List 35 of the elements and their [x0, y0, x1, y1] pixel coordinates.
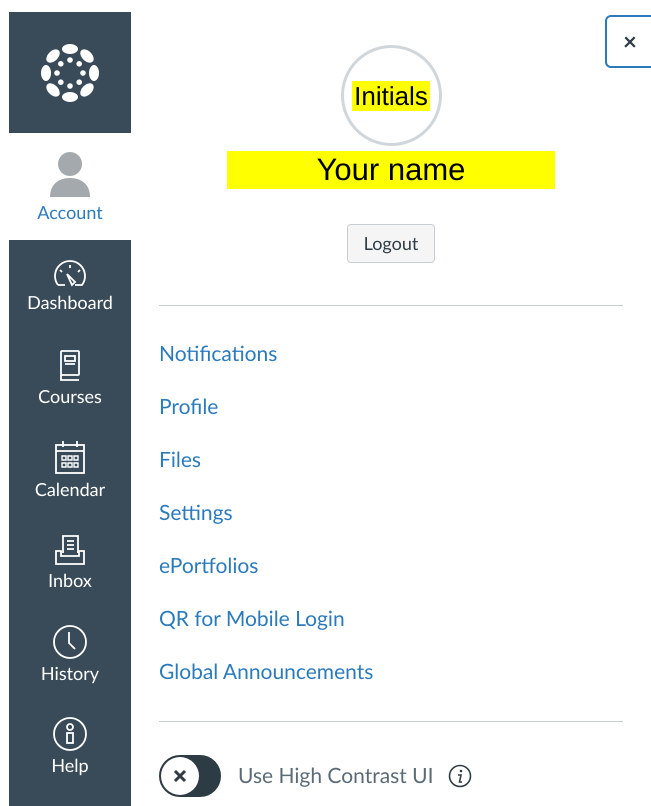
menu-link[interactable]: Notifications: [159, 338, 278, 369]
high-contrast-toggle[interactable]: [159, 755, 221, 797]
nav-label: Help: [51, 754, 89, 776]
nav-item[interactable]: Dashboard: [9, 240, 131, 332]
menu-link[interactable]: Settings: [159, 497, 233, 528]
person-icon: [48, 150, 92, 196]
high-contrast-label: Use High Contrast UI: [238, 762, 434, 790]
nav-item[interactable]: History: [9, 608, 131, 700]
nav-item[interactable]: Help: [9, 700, 131, 792]
menu-link[interactable]: ePortfolios: [159, 550, 258, 581]
menu-link[interactable]: Profile: [159, 391, 218, 422]
menu-link[interactable]: Files: [159, 444, 202, 475]
nav-item[interactable]: Inbox: [9, 516, 131, 608]
nav-item[interactable]: Courses: [9, 332, 131, 424]
initials-text: Initials: [352, 80, 430, 110]
inbox-icon: [53, 533, 87, 567]
nav-label: Dashboard: [27, 291, 113, 313]
logout-button[interactable]: Logout: [347, 224, 435, 263]
calendar-icon: [53, 440, 87, 476]
info-icon: [52, 716, 88, 752]
nav-label: Courses: [38, 385, 102, 407]
nav-label: Account: [37, 200, 103, 222]
user-name: Your name: [227, 151, 555, 189]
menu-link[interactable]: QR for Mobile Login: [159, 603, 345, 634]
clock-icon: [52, 624, 88, 660]
logo-tile[interactable]: [9, 12, 131, 133]
dashboard-icon: [51, 259, 89, 289]
close-icon: [173, 769, 187, 783]
info-icon[interactable]: [448, 764, 472, 788]
nav-label: Inbox: [48, 569, 92, 591]
menu-link[interactable]: Global Announcements: [159, 656, 374, 687]
close-button[interactable]: ×: [605, 15, 651, 68]
nav-label: History: [40, 662, 100, 684]
nav-item[interactable]: Calendar: [9, 424, 131, 516]
nav-label: Calendar: [34, 478, 106, 500]
